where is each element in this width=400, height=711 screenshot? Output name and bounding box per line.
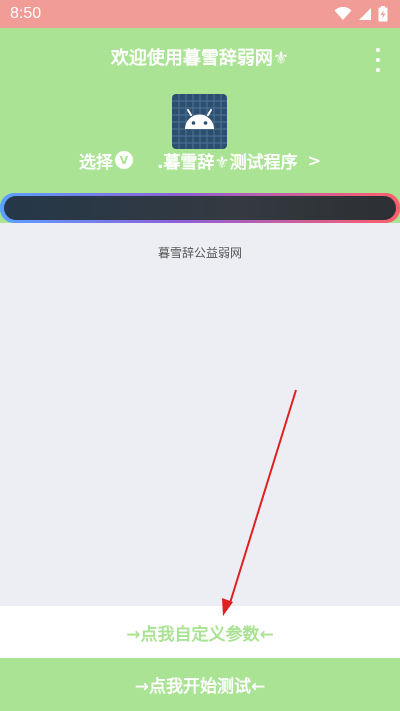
- chevron-right-icon: >: [307, 150, 322, 170]
- status-bar: 8:50: [0, 0, 400, 28]
- wifi-icon: [334, 7, 352, 20]
- start-test-button[interactable]: →点我开始测试←: [0, 658, 400, 711]
- v-badge: V: [114, 151, 133, 169]
- signal-icon: [359, 8, 371, 20]
- custom-params-button[interactable]: →点我自定义参数←: [0, 606, 400, 658]
- status-icons: [334, 6, 388, 22]
- org-label: 暮雪辞公益弱网: [157, 246, 242, 260]
- battery-charging-icon: [378, 6, 388, 22]
- more-vert-icon[interactable]: [370, 48, 386, 72]
- select-prefix: 选择: [78, 152, 113, 173]
- progress-fill: [4, 196, 396, 220]
- select-app-row[interactable]: 选择 V .暮雪辞⚜测试程序 >: [0, 146, 400, 174]
- selected-app-name: .暮雪辞⚜测试程序: [156, 152, 298, 173]
- app-title: 欢迎使用暮雪辞弱网⚜: [110, 48, 290, 69]
- android-app-icon[interactable]: [172, 94, 227, 149]
- progress-bar: [0, 193, 400, 223]
- status-time: 8:50: [10, 5, 42, 22]
